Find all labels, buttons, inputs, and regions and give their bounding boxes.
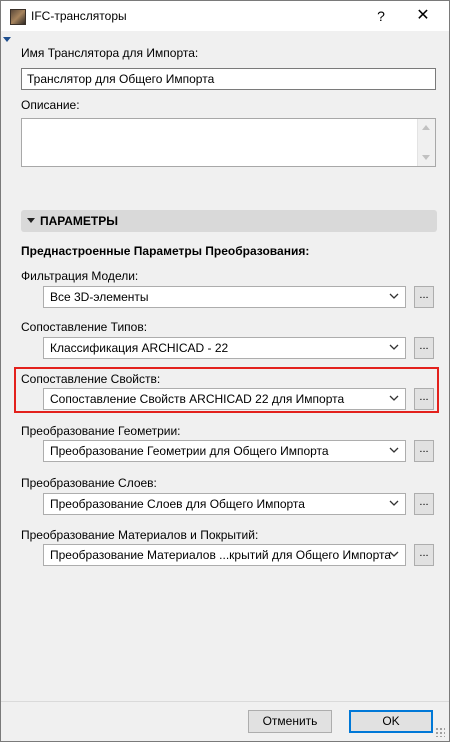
model-filter-select[interactable]: Все 3D-элементы: [43, 286, 406, 308]
title-bar: IFC-трансляторы ? ✕: [1, 1, 449, 31]
material-conversion-value: Преобразование Материалов ...крытий для …: [50, 548, 392, 562]
layer-conversion-label: Преобразование Слоев:: [21, 476, 157, 490]
archicad-app-icon: [10, 9, 26, 25]
preset-parameters-heading: Преднастроенные Параметры Преобразования…: [21, 244, 310, 258]
scroll-up-icon[interactable]: [422, 125, 430, 130]
property-mapping-label: Сопоставление Свойств:: [21, 372, 161, 386]
property-mapping-value: Сопоставление Свойств ARCHICAD 22 для Им…: [50, 392, 345, 406]
material-conversion-more-button[interactable]: ...: [414, 544, 434, 566]
geometry-conversion-more-button[interactable]: ...: [414, 440, 434, 462]
material-conversion-label: Преобразование Материалов и Покрытий:: [21, 528, 259, 542]
model-filter-more-button[interactable]: ...: [414, 286, 434, 308]
chevron-down-icon: [389, 344, 399, 350]
description-label: Описание:: [21, 98, 80, 112]
type-mapping-select[interactable]: Классификация ARCHICAD - 22: [43, 337, 406, 359]
window-title: IFC-трансляторы: [31, 9, 127, 23]
layer-conversion-more-button[interactable]: ...: [414, 493, 434, 515]
geometry-conversion-value: Преобразование Геометрии для Общего Импо…: [50, 444, 329, 458]
description-scrollbar[interactable]: [417, 119, 435, 166]
geometry-conversion-select[interactable]: Преобразование Геометрии для Общего Импо…: [43, 440, 406, 462]
property-mapping-more-button[interactable]: ...: [414, 388, 434, 410]
type-mapping-more-button[interactable]: ...: [414, 337, 434, 359]
import-name-input[interactable]: Транслятор для Общего Импорта: [21, 68, 436, 90]
description-textarea[interactable]: [21, 118, 436, 167]
layer-conversion-value: Преобразование Слоев для Общего Импорта: [50, 497, 305, 511]
parameters-section-header[interactable]: ПАРАМЕТРЫ: [21, 210, 437, 232]
scroll-down-icon[interactable]: [422, 155, 430, 160]
chevron-down-icon: [389, 447, 399, 453]
collapse-arrow-icon[interactable]: [3, 37, 11, 42]
footer-divider: [1, 701, 449, 702]
model-filter-label: Фильтрация Модели:: [21, 269, 139, 283]
type-mapping-label: Сопоставление Типов:: [21, 320, 148, 334]
expand-arrow-icon: [27, 218, 35, 223]
close-button[interactable]: ✕: [413, 6, 433, 26]
chevron-down-icon: [389, 395, 399, 401]
parameters-section-title: ПАРАМЕТРЫ: [40, 214, 118, 228]
chevron-down-icon: [389, 551, 399, 557]
type-mapping-value: Классификация ARCHICAD - 22: [50, 341, 229, 355]
property-mapping-select[interactable]: Сопоставление Свойств ARCHICAD 22 для Им…: [43, 388, 406, 410]
help-button[interactable]: ?: [373, 6, 389, 26]
import-name-label: Имя Транслятора для Импорта:: [21, 46, 199, 60]
chevron-down-icon: [389, 293, 399, 299]
layer-conversion-select[interactable]: Преобразование Слоев для Общего Импорта: [43, 493, 406, 515]
chevron-down-icon: [389, 500, 399, 506]
geometry-conversion-label: Преобразование Геометрии:: [21, 424, 181, 438]
ok-button[interactable]: OK: [349, 710, 433, 733]
ifc-translators-dialog: IFC-трансляторы ? ✕ Имя Транслятора для …: [0, 0, 450, 742]
resize-grip-icon[interactable]: [435, 727, 445, 737]
cancel-button[interactable]: Отменить: [248, 710, 332, 733]
material-conversion-select[interactable]: Преобразование Материалов ...крытий для …: [43, 544, 406, 566]
model-filter-value: Все 3D-элементы: [50, 290, 149, 304]
